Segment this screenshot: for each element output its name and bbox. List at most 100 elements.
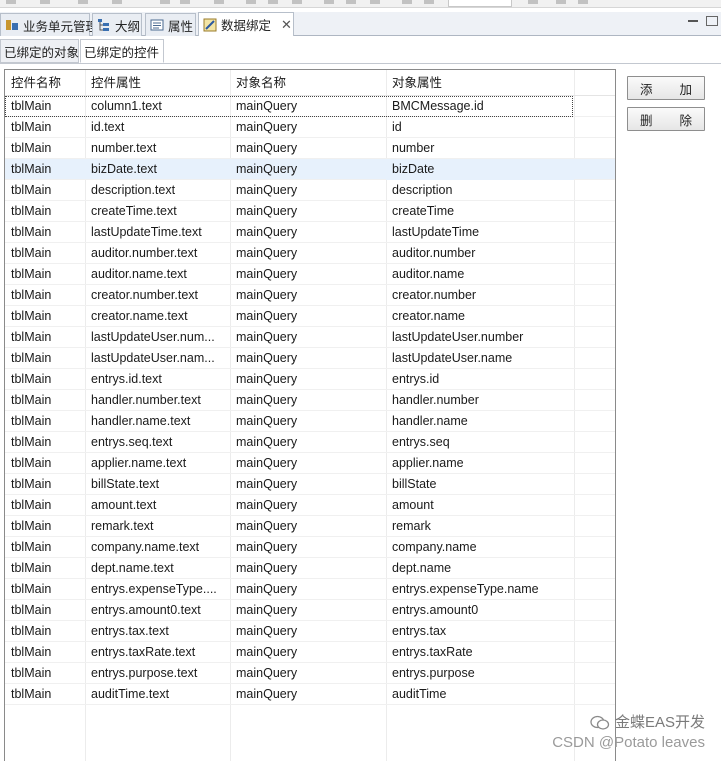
cell-object-name[interactable]: mainQuery — [230, 684, 386, 705]
cell-object-name[interactable]: mainQuery — [230, 222, 386, 243]
cell-control-name[interactable]: tblMain — [5, 201, 85, 222]
cell-object-name[interactable]: mainQuery — [230, 243, 386, 264]
cell-control-name[interactable]: tblMain — [5, 159, 85, 180]
table-row[interactable]: tblMain lastUpdateUser.num... mainQuery las… — [5, 327, 615, 348]
cell-object-property[interactable]: amount — [386, 495, 574, 516]
table-row[interactable]: tblMain creator.number.text mainQuery creat… — [5, 285, 615, 306]
cell-object-name[interactable]: mainQuery — [230, 516, 386, 537]
cell-control-name[interactable]: tblMain — [5, 621, 85, 642]
cell-control-name[interactable]: tblMain — [5, 222, 85, 243]
cell-object-property[interactable]: auditor.name — [386, 264, 574, 285]
toolbar-icon[interactable] — [160, 0, 170, 4]
cell-object-property[interactable]: id — [386, 117, 574, 138]
cell-object-property[interactable]: number — [386, 138, 574, 159]
cell-control-property[interactable]: applier.name.text — [85, 453, 230, 474]
cell-control-name[interactable]: tblMain — [5, 390, 85, 411]
cell-object-property[interactable]: entrys.taxRate — [386, 642, 574, 663]
cell-object-name[interactable]: mainQuery — [230, 327, 386, 348]
cell-object-property[interactable]: applier.name — [386, 453, 574, 474]
toolbar-icon[interactable] — [268, 0, 278, 4]
tab-bound-controls[interactable]: 已绑定的控件 — [80, 39, 164, 63]
cell-control-property[interactable]: creator.name.text — [85, 306, 230, 327]
table-row[interactable]: tblMain entrys.expenseType.... mainQuery en… — [5, 579, 615, 600]
cell-object-property[interactable]: BMCMessage.id — [386, 96, 574, 117]
cell-object-property[interactable]: lastUpdateUser.number — [386, 327, 574, 348]
header-control-name[interactable]: 控件名称 — [5, 70, 85, 96]
cell-control-name[interactable]: tblMain — [5, 264, 85, 285]
close-icon[interactable]: ✕ — [281, 18, 292, 31]
cell-object-name[interactable]: mainQuery — [230, 411, 386, 432]
cell-object-name[interactable]: mainQuery — [230, 117, 386, 138]
cell-control-name[interactable]: tblMain — [5, 96, 85, 117]
cell-control-property[interactable]: handler.number.text — [85, 390, 230, 411]
cell-control-name[interactable]: tblMain — [5, 117, 85, 138]
cell-control-property[interactable]: remark.text — [85, 516, 230, 537]
table-row[interactable]: tblMain entrys.seq.text mainQuery entrys.se… — [5, 432, 615, 453]
cell-object-property[interactable]: dept.name — [386, 558, 574, 579]
cell-control-property[interactable]: entrys.seq.text — [85, 432, 230, 453]
cell-object-name[interactable]: mainQuery — [230, 642, 386, 663]
cell-control-property[interactable]: createTime.text — [85, 201, 230, 222]
toolbar-icon[interactable] — [578, 0, 588, 4]
cell-control-property[interactable]: handler.name.text — [85, 411, 230, 432]
maximize-icon[interactable] — [706, 16, 718, 26]
cell-object-property[interactable]: entrys.purpose — [386, 663, 574, 684]
cell-object-property[interactable]: createTime — [386, 201, 574, 222]
cell-object-property[interactable]: description — [386, 180, 574, 201]
toolbar-icon[interactable] — [346, 0, 356, 4]
cell-object-property[interactable]: auditTime — [386, 684, 574, 705]
cell-object-property[interactable]: billState — [386, 474, 574, 495]
cell-object-name[interactable]: mainQuery — [230, 201, 386, 222]
cell-object-name[interactable]: mainQuery — [230, 285, 386, 306]
cell-object-name[interactable]: mainQuery — [230, 390, 386, 411]
cell-control-name[interactable]: tblMain — [5, 516, 85, 537]
cell-control-property[interactable]: amount.text — [85, 495, 230, 516]
cell-control-property[interactable]: creator.number.text — [85, 285, 230, 306]
cell-object-name[interactable]: mainQuery — [230, 369, 386, 390]
table-row[interactable]: tblMain auditTime.text mainQuery auditTime — [5, 684, 615, 705]
tab-data-binding[interactable]: 数据绑定 ✕ — [198, 12, 294, 36]
cell-object-name[interactable]: mainQuery — [230, 663, 386, 684]
cell-object-property[interactable]: entrys.amount0 — [386, 600, 574, 621]
tab-outline[interactable]: 大纲 — [92, 13, 142, 36]
toolbar-combo[interactable] — [448, 0, 512, 7]
cell-object-name[interactable]: mainQuery — [230, 264, 386, 285]
cell-control-property[interactable]: entrys.purpose.text — [85, 663, 230, 684]
header-object-property[interactable]: 对象属性 — [386, 70, 574, 96]
cell-object-property[interactable]: entrys.tax — [386, 621, 574, 642]
cell-control-property[interactable]: lastUpdateUser.nam... — [85, 348, 230, 369]
table-row[interactable]: tblMain lastUpdateTime.text mainQuery lastU… — [5, 222, 615, 243]
cell-object-name[interactable]: mainQuery — [230, 495, 386, 516]
header-object-name[interactable]: 对象名称 — [230, 70, 386, 96]
table-row[interactable]: tblMain number.text mainQuery number — [5, 138, 615, 159]
cell-control-property[interactable]: lastUpdateTime.text — [85, 222, 230, 243]
tab-org-unit-management[interactable]: 业务单元管理 — [0, 13, 98, 36]
cell-control-name[interactable]: tblMain — [5, 558, 85, 579]
cell-control-name[interactable]: tblMain — [5, 369, 85, 390]
cell-control-name[interactable]: tblMain — [5, 537, 85, 558]
table-row[interactable]: tblMain applier.name.text mainQuery applier… — [5, 453, 615, 474]
table-row[interactable]: tblMain handler.number.text mainQuery handl… — [5, 390, 615, 411]
table-row[interactable]: tblMain description.text mainQuery descript… — [5, 180, 615, 201]
toolbar-icon[interactable] — [402, 0, 412, 4]
cell-control-property[interactable]: entrys.expenseType.... — [85, 579, 230, 600]
cell-control-name[interactable]: tblMain — [5, 495, 85, 516]
toolbar-icon[interactable] — [292, 0, 302, 4]
cell-object-name[interactable]: mainQuery — [230, 537, 386, 558]
table-row[interactable]: tblMain lastUpdateUser.nam... mainQuery las… — [5, 348, 615, 369]
cell-object-name[interactable]: mainQuery — [230, 600, 386, 621]
cell-object-property[interactable]: entrys.seq — [386, 432, 574, 453]
cell-control-property[interactable]: lastUpdateUser.num... — [85, 327, 230, 348]
table-row[interactable]: tblMain entrys.purpose.text mainQuery entry… — [5, 663, 615, 684]
cell-object-name[interactable]: mainQuery — [230, 453, 386, 474]
cell-control-name[interactable]: tblMain — [5, 285, 85, 306]
table-row[interactable]: tblMain bizDate.text mainQuery bizDate — [5, 159, 615, 180]
tab-properties[interactable]: 属性 — [145, 13, 196, 36]
cell-object-name[interactable]: mainQuery — [230, 96, 386, 117]
cell-control-property[interactable]: entrys.taxRate.text — [85, 642, 230, 663]
cell-control-property[interactable]: entrys.id.text — [85, 369, 230, 390]
cell-object-property[interactable]: creator.number — [386, 285, 574, 306]
cell-object-name[interactable]: mainQuery — [230, 306, 386, 327]
cell-object-property[interactable]: lastUpdateTime — [386, 222, 574, 243]
cell-control-property[interactable]: entrys.tax.text — [85, 621, 230, 642]
